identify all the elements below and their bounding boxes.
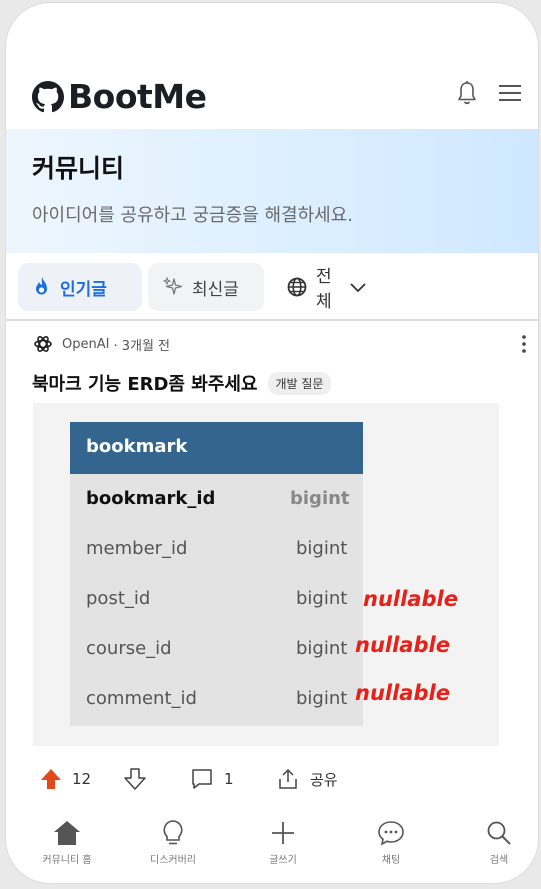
nav-label: 글쓰기	[269, 855, 297, 866]
nav-label: 커뮤니티 홈	[42, 855, 92, 866]
downvote-button[interactable]	[124, 767, 146, 791]
nav-discovery[interactable]: 디스커버리	[128, 819, 218, 866]
openai-icon	[34, 336, 52, 352]
search-icon	[487, 821, 511, 845]
github-icon	[32, 80, 64, 112]
tab-popular[interactable]: 인기글	[18, 263, 142, 311]
nav-chat[interactable]: 채팅	[346, 819, 436, 866]
share-icon	[279, 768, 297, 789]
erd-row: member_id bigint	[70, 524, 363, 574]
scope-dropdown[interactable]: 전체	[272, 263, 382, 312]
erd-row: bookmark_id bigint	[70, 474, 363, 524]
erd-row: post_id bigint	[70, 574, 363, 624]
more-icon[interactable]	[516, 333, 532, 355]
post-time: · 3개월 전	[113, 338, 171, 354]
filter-tabs: 인기글 최신글 전체	[6, 261, 538, 317]
erd-row: comment_id bigint	[70, 674, 363, 724]
post-tag[interactable]: 개발 질문	[267, 371, 332, 395]
tab-popular-label: 인기글	[60, 279, 107, 300]
logo-text: BootMe	[68, 77, 207, 116]
banner-subtitle: 아이디어를 공유하고 궁금증을 해결하세요.	[32, 205, 353, 226]
upvote-count: 12	[72, 770, 92, 788]
arrow-up-icon	[41, 769, 61, 789]
lightbulb-icon	[163, 820, 183, 845]
post-meta: OpenAI · 3개월 전	[32, 333, 170, 355]
globe-icon	[287, 277, 307, 297]
scope-label: 전체	[316, 267, 332, 312]
comment-button[interactable]: 1	[190, 767, 234, 791]
comment-icon	[192, 769, 212, 789]
nav-community-home[interactable]: 커뮤니티 홈	[22, 819, 112, 866]
chevron-down-icon	[350, 283, 366, 293]
post-author[interactable]: OpenAI	[62, 337, 109, 352]
chat-icon	[378, 821, 404, 846]
tab-latest[interactable]: 최신글	[148, 263, 264, 311]
erd-type: bigint	[290, 488, 350, 509]
erd-column: course_id	[86, 638, 172, 659]
tab-latest-label: 최신글	[192, 279, 239, 300]
erd-type: bigint	[296, 688, 348, 709]
banner-title: 커뮤니티	[32, 154, 125, 183]
erd-type: bigint	[296, 538, 348, 559]
nullable-annotation: nullable	[355, 681, 450, 705]
nullable-annotation: nullable	[355, 633, 450, 657]
erd-column: member_id	[86, 538, 188, 559]
nullable-annotation: nullable	[363, 587, 458, 611]
nav-write[interactable]: 글쓰기	[238, 819, 328, 866]
nav-label: 검색	[489, 855, 509, 866]
erd-column: comment_id	[86, 688, 197, 709]
comment-count: 1	[224, 770, 234, 788]
community-banner: 커뮤니티 아이디어를 공유하고 궁금증을 해결하세요.	[6, 129, 538, 253]
share-label: 공유	[310, 770, 338, 789]
home-icon	[54, 821, 80, 845]
fire-icon	[36, 277, 47, 295]
phone-frame: BootMe 커뮤니티 아이디어를 공유하고 궁금증을 해결하세요. 인기글 최…	[6, 3, 538, 883]
erd-type: bigint	[296, 588, 348, 609]
divider	[6, 319, 538, 321]
post-actions: 12 1 공유	[6, 763, 538, 799]
menu-icon[interactable]	[496, 79, 524, 107]
plus-icon	[272, 822, 294, 844]
erd-table: bookmark bookmark_id bigint member_id bi…	[70, 422, 363, 726]
logo[interactable]: BootMe	[32, 77, 207, 116]
erd-column: bookmark_id	[86, 488, 216, 509]
erd-row: course_id bigint	[70, 624, 363, 674]
sparkle-icon	[162, 276, 183, 295]
upvote-button[interactable]: 12	[40, 767, 91, 791]
nav-label: 채팅	[381, 855, 401, 866]
nav-label: 디스커버리	[150, 855, 196, 866]
bottom-nav: 커뮤니티 홈 디스커버리 글쓰기 채팅 검색	[6, 811, 538, 883]
erd-table-name: bookmark	[70, 422, 363, 474]
nav-search[interactable]: 검색	[454, 819, 538, 866]
post-title[interactable]: 북마크 기능 ERD좀 봐주세요 개발 질문	[32, 370, 332, 396]
post-title-text: 북마크 기능 ERD좀 봐주세요	[32, 374, 258, 395]
arrow-down-icon	[124, 768, 146, 790]
share-button[interactable]: 공유	[276, 767, 338, 791]
erd-column: post_id	[86, 588, 151, 609]
bell-icon[interactable]	[453, 79, 481, 107]
app-header: BootMe	[6, 67, 538, 127]
erd-type: bigint	[296, 638, 348, 659]
post-image[interactable]: bookmark bookmark_id bigint member_id bi…	[33, 403, 499, 746]
